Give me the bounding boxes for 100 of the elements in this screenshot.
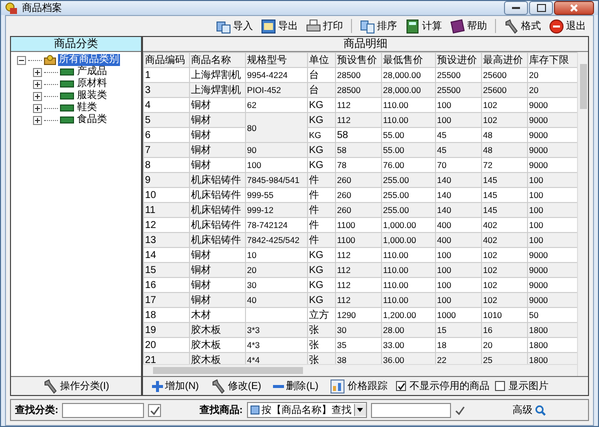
column-header[interactable]: 商品名称 [190, 52, 246, 68]
toolbar-button[interactable]: 排序 [357, 18, 400, 34]
table-cell: 21 [144, 352, 190, 364]
table-cell: 110.00 [382, 262, 436, 278]
table-cell: 7842-425/542 [246, 232, 308, 248]
table-cell: 90 [246, 142, 308, 158]
plus-icon [152, 380, 163, 392]
table-cell: 台 [308, 82, 336, 98]
table-cell: 36.00 [382, 352, 436, 364]
category-search-field[interactable] [62, 402, 144, 418]
scrollbar-thumb[interactable] [580, 64, 587, 109]
action-button[interactable]: 修改(E) [208, 378, 264, 394]
table-cell: 400 [436, 232, 482, 248]
table-cell: 260 [336, 202, 382, 218]
category-action-button[interactable]: 操作分类(I) [40, 378, 112, 394]
table-cell: 11 [144, 202, 190, 218]
maximize-button[interactable] [529, 1, 553, 15]
close-button[interactable] [554, 1, 594, 15]
checkbox-label: 不显示停用的商品 [409, 380, 490, 393]
tag-icon [60, 68, 74, 76]
checkbox[interactable] [495, 381, 506, 391]
tree-item[interactable]: 产成品 [76, 66, 108, 78]
check-icon[interactable] [454, 406, 465, 414]
table-cell: 45 [436, 142, 482, 158]
toolbar-button[interactable]: 导入 [213, 18, 256, 34]
advanced-search-button[interactable]: 高级 [512, 403, 546, 417]
table-cell: 15 [144, 262, 190, 278]
table-cell: 铜材 [190, 112, 246, 128]
app-icon [5, 2, 18, 14]
table-cell: 255.00 [382, 202, 436, 218]
table-cell: 100 [436, 112, 482, 128]
tree-item[interactable]: 食品类 [76, 114, 108, 126]
table-cell: 3 [144, 82, 190, 98]
checkbox-label: 显示图片 [508, 380, 548, 393]
table-cell: 102 [482, 292, 528, 308]
tag-icon [60, 80, 74, 88]
table-cell: 16 [482, 322, 528, 338]
scrollbar-thumb[interactable] [153, 367, 303, 374]
table-cell: 112 [336, 262, 382, 278]
table-cell: KG [308, 262, 336, 278]
checkbox[interactable] [396, 381, 406, 391]
folder-icon [44, 55, 56, 65]
toolbar-button[interactable]: 导出 [258, 18, 301, 34]
table-cell: 30 [336, 322, 382, 338]
tools-icon [504, 18, 519, 34]
expand-toggle[interactable] [33, 68, 42, 76]
table-cell: 110.00 [382, 292, 436, 308]
table-cell: 17 [144, 292, 190, 308]
expand-toggle[interactable] [33, 80, 42, 88]
toolbar-button[interactable]: 格式 [501, 18, 544, 34]
table-cell: 机床铝铸件 [190, 172, 246, 188]
table-cell: 100 [528, 232, 577, 248]
tree-item[interactable]: 服装类 [76, 90, 108, 102]
toolbar-button[interactable]: 退出 [546, 18, 589, 34]
tree-item[interactable]: 所有商品类别 [58, 54, 120, 66]
expand-toggle[interactable] [33, 104, 42, 112]
table-cell: 100 [436, 262, 482, 278]
column-header[interactable]: 规格型号 [246, 52, 308, 68]
table-cell: 19 [144, 322, 190, 338]
column-header[interactable]: 预设售价 [336, 52, 382, 68]
column-header[interactable]: 最高进价 [482, 52, 528, 68]
table-cell: 5 [144, 112, 190, 128]
search-mode-dropdown[interactable]: 按【商品名称】查找 [246, 402, 367, 418]
exit-icon [549, 18, 564, 34]
confirm-button[interactable] [148, 404, 162, 416]
toolbar-button[interactable]: 计算 [402, 18, 445, 34]
windows-icon [216, 18, 231, 34]
column-header[interactable]: 商品编码 [144, 52, 190, 68]
printer-icon [306, 18, 321, 34]
table-cell: 20 [528, 82, 577, 98]
collapse-toggle[interactable] [17, 56, 26, 64]
column-header[interactable]: 最低售价 [382, 52, 436, 68]
tree-item[interactable]: 原材料 [76, 78, 108, 90]
table-cell: 140 [436, 172, 482, 188]
table-cell: 25600 [482, 82, 528, 98]
field-label: 查找分类: [15, 404, 58, 417]
table-cell: 3*3 [246, 322, 308, 338]
table-cell: 7 [144, 142, 190, 158]
expand-toggle[interactable] [33, 116, 42, 124]
table-cell: 112 [336, 112, 382, 128]
action-button[interactable]: 增加(N) [149, 379, 202, 393]
action-button[interactable]: 删除(L) [270, 379, 322, 393]
table-cell: 件 [308, 172, 336, 188]
column-header[interactable]: 预设进价 [436, 52, 482, 68]
table-cell: 15 [436, 322, 482, 338]
table-cell: 999-12 [246, 202, 308, 218]
toolbar-button[interactable]: 打印 [303, 18, 346, 34]
table-cell: 13 [144, 232, 190, 248]
table-cell: 4*4 [246, 352, 308, 364]
column-header[interactable]: 库存下限 [528, 52, 577, 68]
table-cell: 55.00 [382, 142, 436, 158]
table-cell: 100 [528, 202, 577, 218]
action-button[interactable]: 价格跟踪 [327, 378, 390, 394]
product-search-field[interactable] [370, 402, 451, 418]
window-title: 商品档案 [22, 2, 63, 15]
tree-item[interactable]: 鞋类 [76, 102, 98, 114]
minimize-button[interactable] [504, 1, 528, 15]
expand-toggle[interactable] [33, 92, 42, 100]
column-header[interactable]: 单位 [308, 52, 336, 68]
toolbar-button[interactable]: 帮助 [447, 18, 490, 34]
